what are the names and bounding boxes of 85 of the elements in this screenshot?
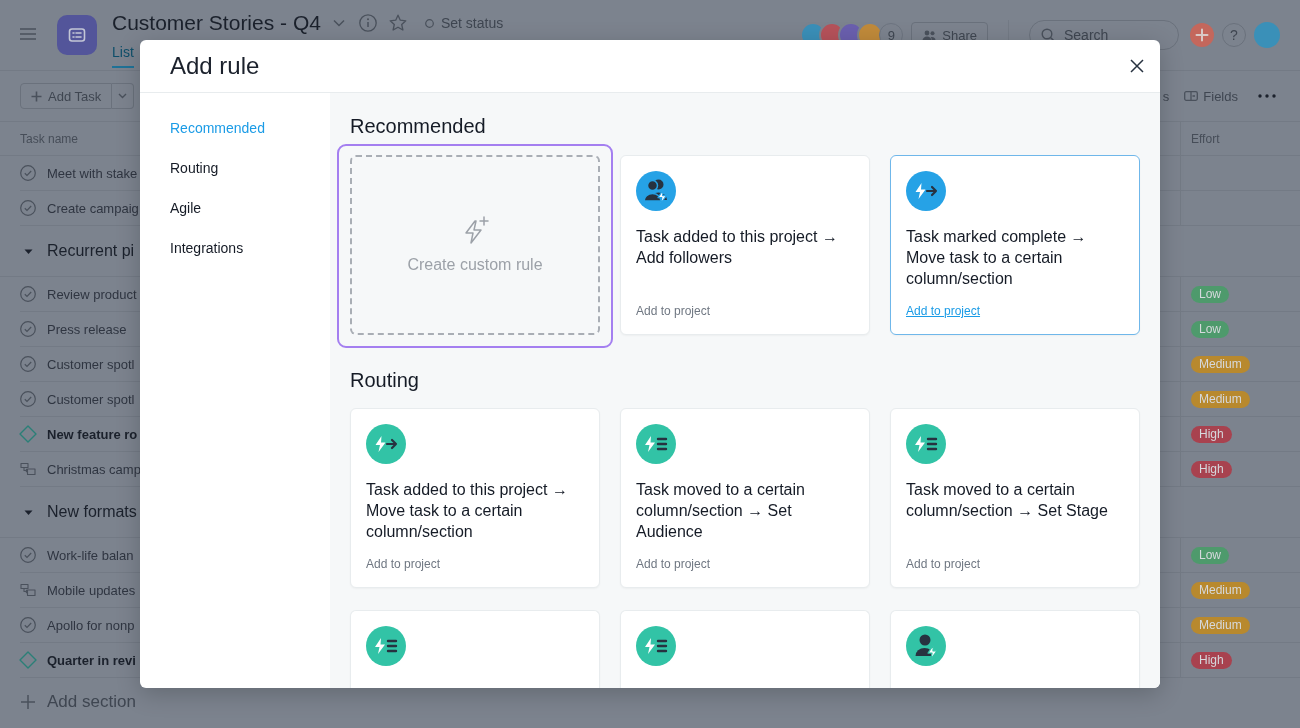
search-icon	[1041, 28, 1055, 42]
effort-tag: High	[1191, 460, 1232, 478]
dialog-title: Add rule	[170, 52, 260, 80]
check-circle-icon[interactable]	[20, 321, 36, 337]
project-icon	[57, 15, 97, 55]
caret-down-icon	[118, 93, 128, 99]
rule-title: Task added to this project → Add followers	[636, 227, 839, 268]
effort-tag: Low	[1191, 546, 1229, 564]
effort-tag: Medium	[1191, 390, 1250, 408]
menu-icon[interactable]	[20, 28, 36, 40]
effort-tag: Medium	[1191, 581, 1250, 599]
rule-card[interactable]	[620, 610, 870, 688]
task-name[interactable]: Apollo for nonp	[47, 617, 135, 633]
nav-item[interactable]: Recommended	[170, 108, 265, 148]
rule-title: Task marked complete → Move task to a certain column/section	[906, 227, 1088, 289]
rule-card[interactable]: Task marked complete → Move task to a certain column/section Add to project	[890, 155, 1140, 335]
rule-title: Task moved to a certain column/section → Set Audience	[636, 480, 806, 542]
stacked-boxes-icon[interactable]	[20, 583, 36, 597]
add-task-menu-button[interactable]	[112, 83, 135, 109]
nav-item[interactable]: Integrations	[170, 228, 244, 268]
check-circle-icon[interactable]	[20, 356, 36, 372]
stacked-boxes-icon[interactable]	[20, 462, 36, 476]
task-name[interactable]: Customer spotl	[47, 356, 135, 372]
plus-icon	[31, 90, 42, 102]
add-to-project-link[interactable]: Add to project	[366, 556, 441, 572]
effort-tag: High	[1191, 425, 1232, 443]
close-icon[interactable]	[1130, 59, 1144, 73]
info-icon[interactable]	[358, 14, 377, 32]
rule-card[interactable]	[890, 610, 1140, 688]
add-to-project-link[interactable]: Add to project	[906, 556, 981, 572]
task-name[interactable]: Work-life balan	[47, 547, 134, 563]
status-circle-icon	[424, 18, 434, 28]
add-to-project-link[interactable]: Add to project	[906, 303, 981, 319]
check-circle-icon[interactable]	[20, 547, 36, 563]
columns-icon	[1184, 91, 1199, 101]
effort-tag: High	[1191, 651, 1232, 669]
task-name[interactable]: Meet with stake	[47, 165, 138, 181]
plus-icon[interactable]	[20, 694, 36, 710]
check-circle-icon[interactable]	[20, 165, 36, 181]
check-circle-icon[interactable]	[20, 286, 36, 302]
plus-icon[interactable]	[1190, 23, 1214, 47]
section-heading: Recommended	[350, 114, 487, 138]
task-name[interactable]: Mobile updates	[47, 582, 136, 598]
diamond-icon[interactable]	[19, 651, 37, 669]
rule-title: Task added to this project → Move task to a certain column/section	[366, 480, 569, 542]
effort-tag: Medium	[1191, 616, 1250, 634]
effort-tag: Low	[1191, 320, 1229, 338]
task-name[interactable]: Press release	[47, 321, 127, 337]
star-icon[interactable]	[388, 14, 407, 32]
task-name[interactable]: Create campaig	[47, 200, 139, 216]
people-icon	[922, 29, 937, 41]
rule-card[interactable]: Task added to this project → Move task to a certain column/section Add to project	[350, 408, 600, 588]
diamond-icon[interactable]	[19, 425, 37, 443]
rule-card[interactable]	[350, 610, 600, 688]
add-to-project-link[interactable]: Add to project	[636, 556, 711, 572]
section-heading: Routing	[350, 368, 420, 392]
effort-tag: Medium	[1191, 355, 1250, 373]
task-name[interactable]: Review product	[47, 286, 137, 302]
check-circle-icon[interactable]	[20, 200, 36, 216]
task-name[interactable]: Quarter in revi	[47, 652, 136, 668]
check-circle-icon[interactable]	[20, 391, 36, 407]
project-title: Customer Stories - Q4	[112, 10, 321, 36]
effort-tag: Low	[1191, 285, 1229, 303]
more-icon[interactable]	[1258, 94, 1276, 98]
set-status-button[interactable]: Set status	[424, 15, 504, 31]
tab[interactable]: List	[112, 44, 134, 68]
rule-card[interactable]: Task added to this project → Add followers Add to project	[620, 155, 870, 335]
add-task-button[interactable]: Add Task	[20, 83, 113, 109]
chevron-down-icon[interactable]	[332, 19, 345, 27]
fields-button[interactable]: Fields	[1184, 88, 1238, 104]
rule-title: Task moved to a certain column/section → Set Stage	[906, 480, 1109, 521]
section-title: Recurrent pi	[47, 242, 135, 260]
task-name[interactable]: Christmas camp	[47, 461, 141, 477]
nav-item[interactable]: Agile	[170, 188, 202, 228]
add-section-link[interactable]: Add section	[47, 692, 136, 712]
nav-item[interactable]: Routing	[170, 148, 219, 188]
check-circle-icon[interactable]	[20, 617, 36, 633]
rule-card[interactable]: Task moved to a certain column/section → Set Audience Add to project	[620, 408, 870, 588]
create-custom-rule-button[interactable]: Create custom rule	[350, 155, 600, 335]
section-title: New formats	[47, 503, 137, 521]
task-name[interactable]: New feature ro	[47, 426, 138, 442]
add-to-project-link[interactable]: Add to project	[636, 303, 711, 319]
task-name[interactable]: Customer spotl	[47, 391, 135, 407]
rule-card[interactable]: Task moved to a certain column/section → Set Stage Add to project	[890, 408, 1140, 588]
search-field[interactable]: Search	[1029, 20, 1179, 50]
